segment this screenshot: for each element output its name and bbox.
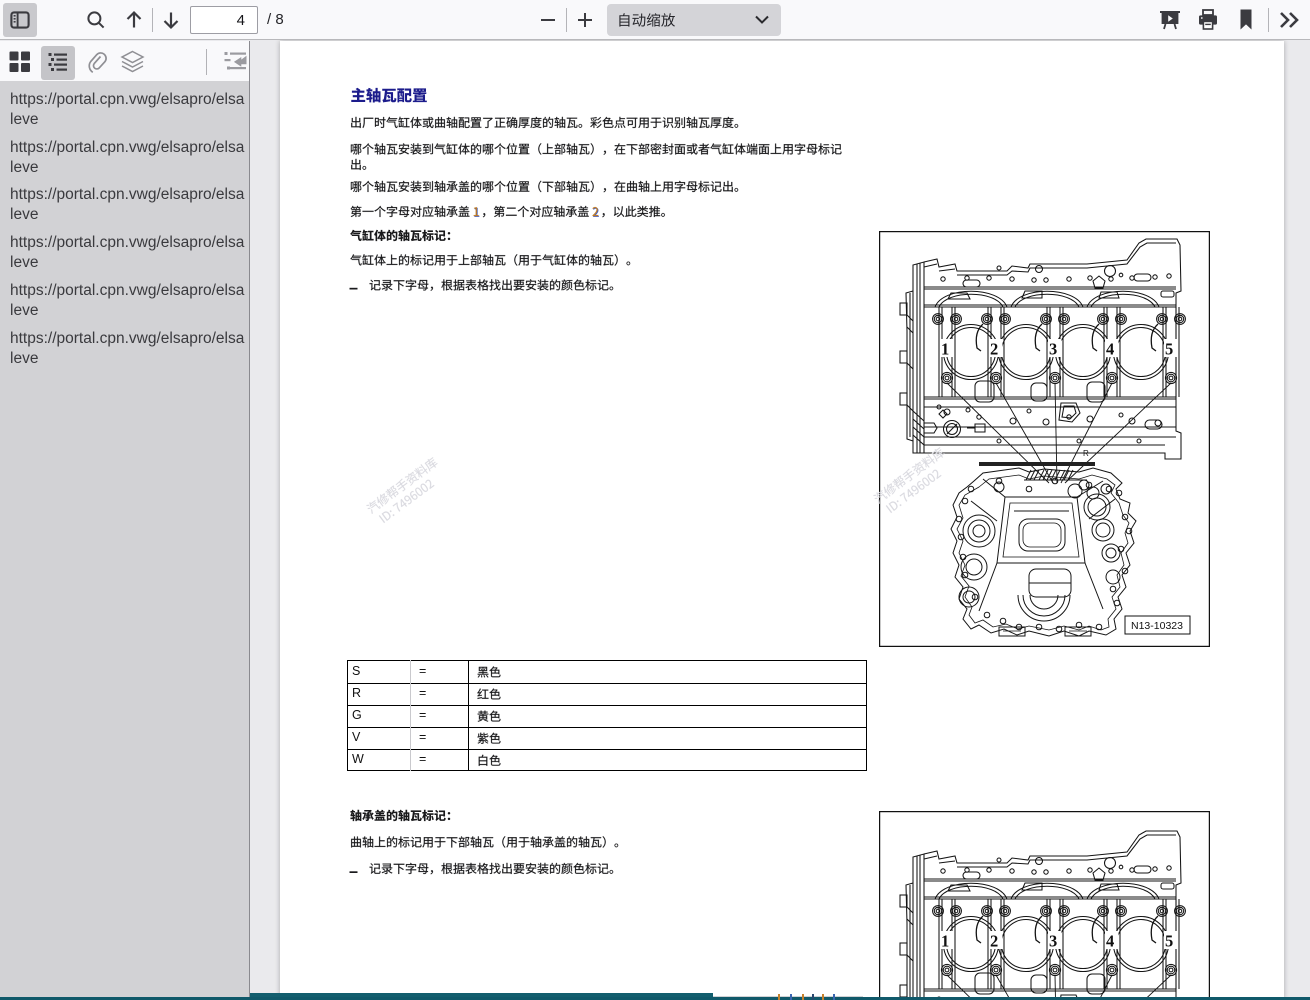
- svg-text:N13-10323: N13-10323: [1131, 620, 1183, 632]
